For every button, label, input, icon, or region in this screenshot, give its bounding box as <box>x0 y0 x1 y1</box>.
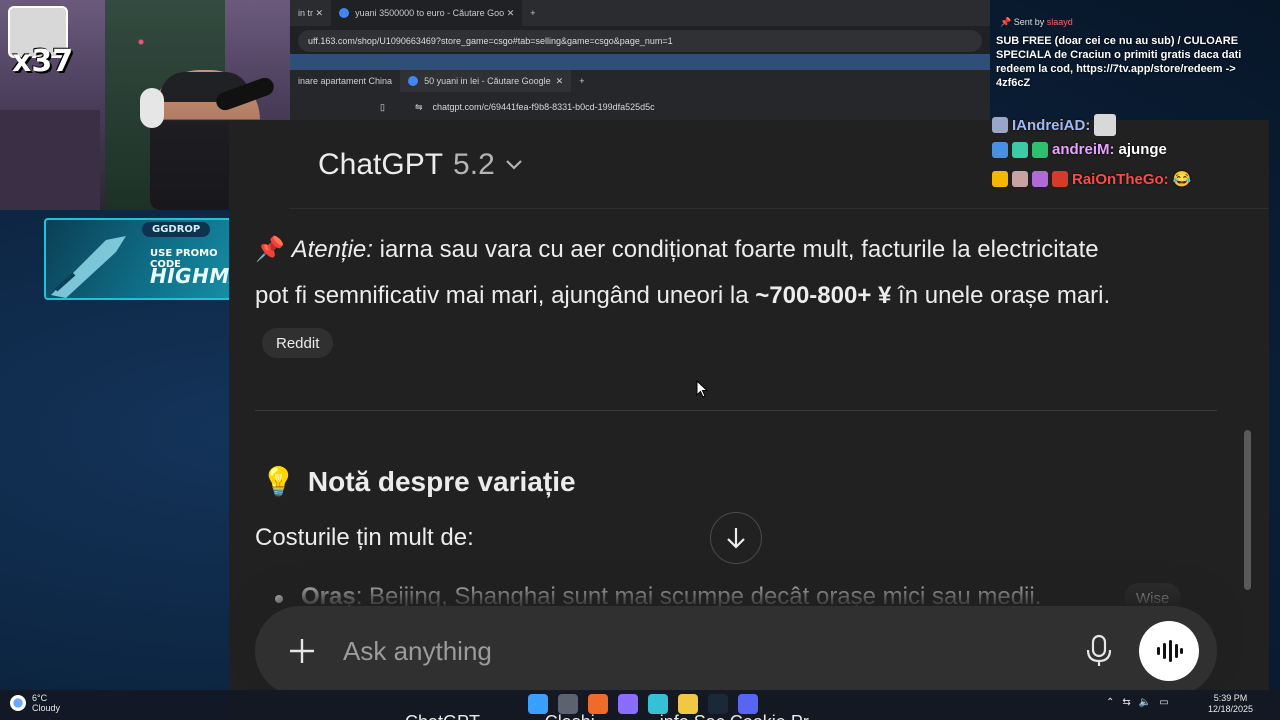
model-selector[interactable]: ChatGPT 5.2 <box>318 148 523 182</box>
badge-icon <box>992 117 1008 133</box>
gift-icon <box>1032 141 1048 158</box>
page-strip <box>290 54 990 70</box>
costs-intro: Costurile țin mult de: <box>255 524 474 551</box>
voice-mode-button[interactable] <box>1139 621 1199 681</box>
attention-text: iarna sau vara cu aer condiționat foarte… <box>379 236 1099 263</box>
tab-bar: in tr ✕ yuani 3500000 to euro - Căutare … <box>290 0 990 26</box>
model-version: 5.2 <box>453 148 495 181</box>
sub-multiplier: x37 <box>12 44 74 79</box>
network-icon[interactable]: ⇆ <box>1122 697 1130 708</box>
crown-icon <box>992 171 1008 187</box>
copilot-icon[interactable] <box>618 694 638 714</box>
close-icon[interactable]: ✕ <box>556 76 564 87</box>
microphone-icon[interactable] <box>1085 634 1113 668</box>
close-icon[interactable]: ✕ <box>507 8 515 19</box>
lightbulb-icon: 💡 <box>261 466 296 497</box>
weather-desc: Cloudy <box>32 703 61 713</box>
promo-brand: GGDROP <box>142 222 211 237</box>
brave-icon[interactable] <box>588 694 608 714</box>
room-shelf <box>0 110 100 210</box>
badge-icon <box>1012 141 1028 158</box>
attention-text: în unele orașe mari. <box>898 282 1111 309</box>
cloud-icon <box>10 695 26 711</box>
taskbar-apps <box>528 694 758 714</box>
caption-text: ChatGPT ... ... ... Clashi ... ... ... i… <box>405 712 823 720</box>
attention-paragraph-cont: pot fi semnificativ mai mari, ajungând u… <box>255 272 1235 319</box>
steam-icon[interactable] <box>708 694 728 714</box>
tab-bar: inare apartament China 50 yuani in lei -… <box>290 70 990 92</box>
sent-by-line: 📌 Sent by slaayd <box>1000 17 1073 27</box>
promo-code: HIGHMAN <box>150 264 238 288</box>
bullet-dot <box>275 595 283 603</box>
task-view-icon[interactable] <box>558 694 578 714</box>
chevron-down-icon <box>505 160 522 170</box>
promo-banner: GGDROP USE PROMO CODE HIGHMAN <box>44 218 240 300</box>
section-title: Notă despre variație <box>307 465 576 497</box>
arrow-down-icon <box>727 528 745 549</box>
header-divider <box>289 208 1269 209</box>
gift-icon <box>1032 171 1048 187</box>
windows-start-icon[interactable] <box>528 694 548 714</box>
waveform-icon <box>1157 640 1183 662</box>
new-tab-button[interactable]: + <box>571 70 592 92</box>
pinned-message: SUB FREE (doar cei ce nu au sub) / CULOA… <box>996 35 1242 89</box>
google-icon <box>408 76 419 86</box>
chevron-up-icon[interactable]: ⌃ <box>1106 697 1114 708</box>
mouse-cursor-icon <box>696 380 708 398</box>
chat-message: RaiOnTheGo: 😂 <box>992 170 1191 188</box>
chatgpt-window: ChatGPT 5.2 📌 Atenție: iarna sau vara cu… <box>229 120 1269 720</box>
attention-text: pot fi semnificativ mai mari, ajungând u… <box>255 282 749 309</box>
folder-icon[interactable] <box>678 694 698 714</box>
attention-paragraph: 📌 Atenție: iarna sau vara cu aer condiți… <box>255 226 1235 273</box>
model-name: ChatGPT <box>318 148 444 181</box>
close-icon[interactable]: ✕ <box>316 8 324 19</box>
app-icon[interactable] <box>648 694 668 714</box>
pin-icon: 📌 <box>1000 17 1012 27</box>
stream-frame: x37 GGDROP USE PROMO CODE HIGHMAN in tr … <box>0 0 1280 720</box>
volume-icon[interactable]: 🔈 <box>1139 697 1151 708</box>
weather-temp: 6°C <box>32 693 48 703</box>
section-heading: 💡 Notă despre variație <box>261 465 576 498</box>
section-divider <box>255 410 1217 411</box>
pin-icon: 📌 <box>255 236 285 263</box>
tab-google-search[interactable]: 50 yuani in lei - Căutare Google ✕ <box>400 70 572 92</box>
bookmark-icon[interactable]: ▯ <box>380 102 385 113</box>
chat-message: IAndreiAD: <box>992 114 1117 136</box>
headset-icon <box>140 88 164 128</box>
discord-icon[interactable] <box>738 694 758 714</box>
scrollbar[interactable] <box>1244 430 1251 590</box>
system-tray: ⌃ ⇆ 🔈 ▭ <box>1106 697 1169 708</box>
knife-icon <box>51 236 126 298</box>
stream-chat-overlay: 📌 Sent by slaayd SUB FREE (doar cei ce n… <box>990 10 1280 200</box>
tab-google-search[interactable]: yuani 3500000 to euro - Căutare Goo ✕ <box>331 0 523 26</box>
clock[interactable]: 5:39 PM 12/18/2025 <box>1208 693 1253 715</box>
chat-message: andreiM: ajunge <box>992 141 1167 158</box>
site-info-icon[interactable]: ⇋ <box>415 102 423 113</box>
tab-apartment[interactable]: inare apartament China <box>290 70 400 92</box>
battery-icon[interactable]: ▭ <box>1159 697 1168 708</box>
plus-icon[interactable] <box>285 634 319 668</box>
weather-widget[interactable]: 6°C Cloudy <box>10 693 60 713</box>
tab-partial[interactable]: in tr ✕ <box>290 0 331 26</box>
browser-window-mid: inare apartament China 50 yuani in lei -… <box>290 70 990 120</box>
url-bar[interactable]: uff.163.com/shop/U1090663469?store_game=… <box>298 30 982 52</box>
prompt-input[interactable]: Ask anything <box>343 636 492 667</box>
attention-highlight: ~700-800+ ¥ <box>755 282 892 309</box>
composer: Ask anything <box>255 606 1217 696</box>
badge-icon <box>1052 171 1068 187</box>
attention-label: Atenție: <box>291 236 373 263</box>
new-tab-button[interactable]: + <box>522 0 543 26</box>
badge-icon <box>1012 171 1028 187</box>
emote-icon <box>1094 114 1117 136</box>
badge-icon <box>992 141 1008 158</box>
url-bar[interactable]: ▯ ⇋ chatgpt.com/c/69441fea-f9b8-8331-b0c… <box>380 96 980 118</box>
google-icon <box>339 8 350 18</box>
source-reddit-button[interactable]: Reddit <box>262 328 334 358</box>
scroll-down-button[interactable] <box>710 512 762 564</box>
browser-window-back: in tr ✕ yuani 3500000 to euro - Căutare … <box>290 0 990 70</box>
